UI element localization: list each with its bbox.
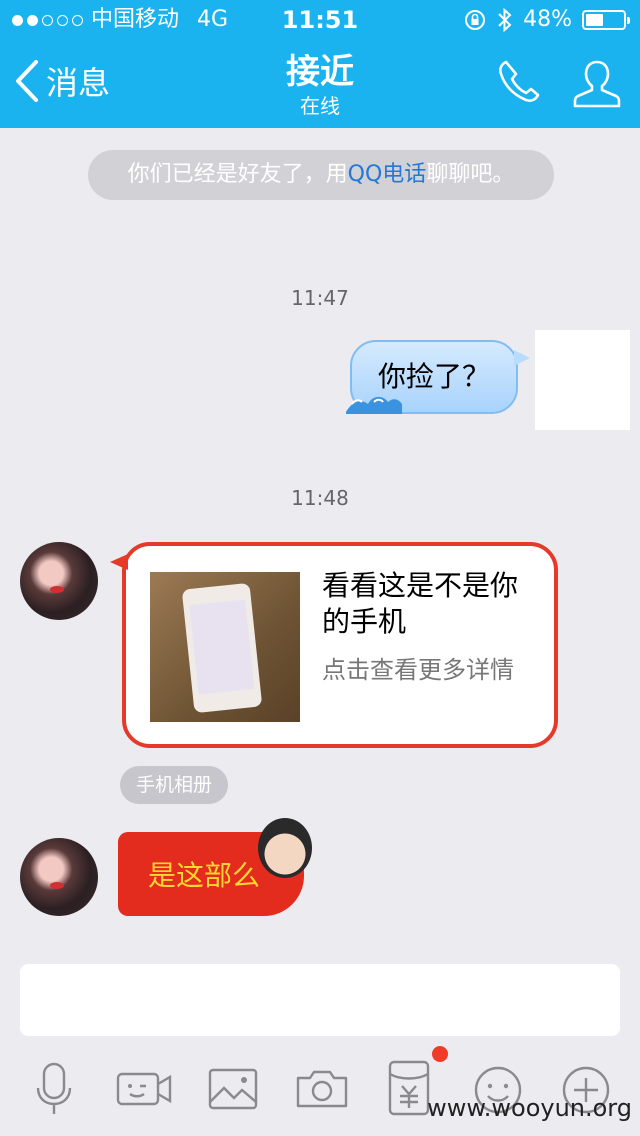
timestamp: 11:47 (291, 286, 349, 310)
image-button[interactable] (204, 1058, 264, 1118)
profile-icon (573, 60, 621, 108)
red-message-bubble[interactable]: 是这部么 (118, 818, 312, 916)
rotation-lock-icon (465, 10, 486, 30)
contact-avatar[interactable] (20, 542, 98, 620)
battery-icon (582, 10, 630, 30)
camera-button[interactable] (292, 1058, 352, 1118)
watermark: www.wooyun.org (427, 1094, 632, 1122)
top-bar: 中国移动 4G 11:51 48% 消息 接近 在线 (0, 0, 640, 128)
phone-call-button[interactable] (494, 58, 542, 110)
video-call-button[interactable] (114, 1058, 174, 1118)
qq-call-link[interactable]: QQ电话 (348, 162, 427, 187)
message-input[interactable] (20, 964, 620, 1036)
battery-percent: 48% (523, 7, 572, 32)
title-block: 接近 在线 (0, 50, 640, 118)
input-toolbar (0, 1050, 640, 1136)
album-tag: 手机相册 (120, 766, 228, 804)
image-icon (208, 1068, 258, 1110)
camera-icon (296, 1070, 348, 1108)
wave-decoration-icon (346, 396, 402, 414)
outgoing-message[interactable]: 你捡了？ (346, 340, 530, 414)
voice-button[interactable] (24, 1058, 84, 1118)
nav-bar: 消息 接近 在线 (0, 40, 640, 128)
red-message-text: 是这部么 (148, 859, 261, 892)
video-icon (116, 1072, 172, 1106)
profile-button[interactable] (572, 58, 622, 114)
system-tip-prefix: 你们已经是好友了，用 (127, 162, 348, 187)
phone-icon (499, 60, 540, 102)
card-subtitle: 点击查看更多详情 (322, 656, 514, 684)
notification-dot (432, 1046, 448, 1062)
card-thumbnail (150, 572, 300, 722)
chat-title: 接近 (286, 52, 354, 92)
microphone-icon (36, 1062, 72, 1114)
system-tip: 你们已经是好友了，用QQ电话聊聊吧。 (88, 150, 554, 200)
system-tip-suffix: 聊聊吧。 (426, 162, 515, 187)
status-bar: 中国移动 4G 11:51 48% (0, 0, 640, 40)
contact-avatar[interactable] (20, 838, 98, 916)
link-card[interactable]: 看看这是不是你的手机 点击查看更多详情 (110, 542, 558, 748)
card-title: 看看这是不是你的手机 (322, 569, 519, 638)
timestamp: 11:48 (291, 486, 349, 510)
bluetooth-icon (498, 7, 512, 33)
self-avatar[interactable] (535, 330, 630, 430)
sticker-head (258, 818, 312, 878)
chat-subtitle: 在线 (300, 94, 340, 118)
